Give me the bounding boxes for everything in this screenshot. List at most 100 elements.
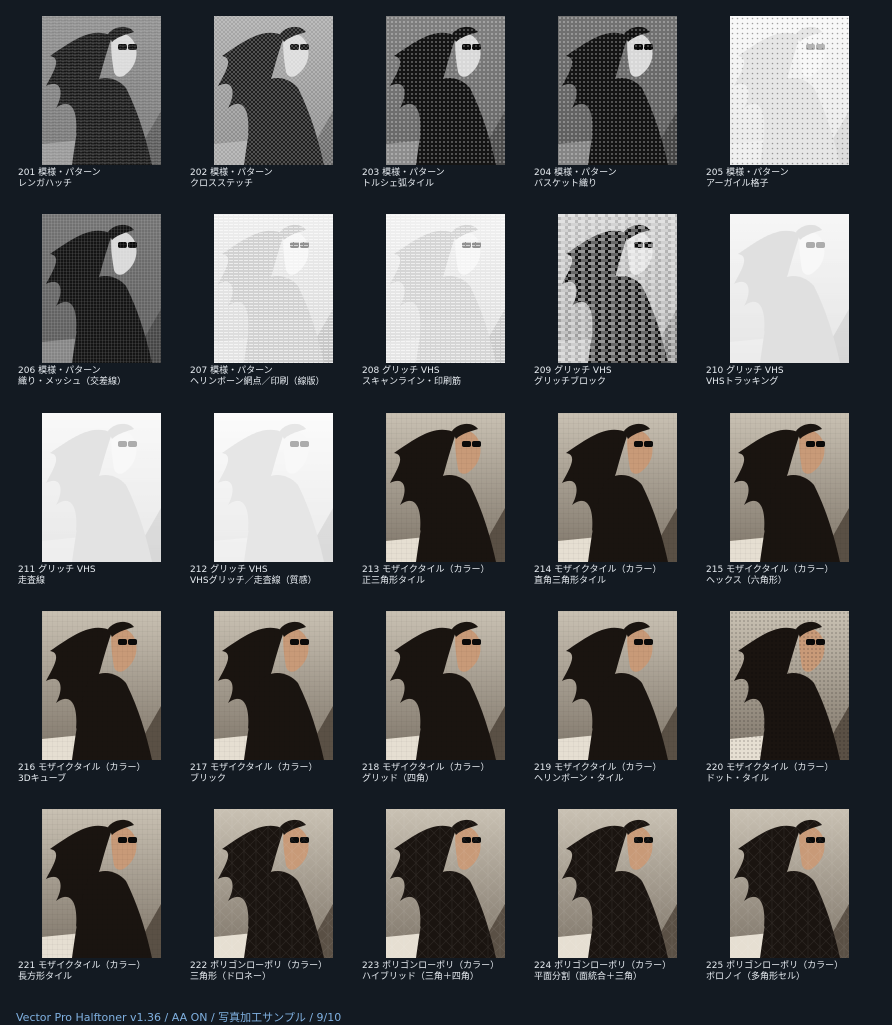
- sample-caption-line: 211 グリッチ VHS: [18, 565, 190, 576]
- sample-name: 正三角形タイル: [362, 576, 426, 586]
- sample-name: ハイブリッド（三角＋四角）: [362, 972, 479, 982]
- sample-caption: 219 モザイクタイル（カラー） ヘリンボーン・タイル: [534, 763, 706, 785]
- sample-name: レンガハッチ: [18, 179, 73, 189]
- sample-category: モザイクタイル（カラー）: [382, 763, 490, 773]
- sample-card: 202 模様・パターン クロスステッチ: [190, 16, 362, 214]
- sample-thumbnail: [214, 214, 333, 363]
- sample-category: ポリゴンローポリ（カラー）: [554, 961, 672, 971]
- sample-card: 206 模様・パターン 織り・メッシュ（交差線）: [18, 214, 190, 412]
- sample-number: 208: [362, 366, 380, 376]
- sample-name: ヘックス（六角形）: [706, 576, 787, 586]
- sample-card: 218 モザイクタイル（カラー） グリッド（四角）: [362, 611, 534, 809]
- sample-thumbnail: [558, 413, 677, 562]
- footer-status: Vector Pro Halftoner v1.36 / AA ON / 写真加…: [16, 1011, 342, 1024]
- sample-number: 216: [18, 763, 36, 773]
- sample-category: モザイクタイル（カラー）: [726, 565, 834, 575]
- sample-thumbnail: [214, 16, 333, 165]
- sample-caption: 202 模様・パターン クロスステッチ: [190, 168, 362, 190]
- sample-category: 模様・パターン: [38, 366, 101, 376]
- sample-thumbnail: [730, 214, 849, 363]
- sample-caption-line: 221 モザイクタイル（カラー）: [18, 961, 190, 972]
- sample-number: 213: [362, 565, 380, 575]
- sample-card: 223 ポリゴンローポリ（カラー） ハイブリッド（三角＋四角）: [362, 809, 534, 1007]
- sample-caption-line: 204 模様・パターン: [534, 168, 706, 179]
- sample-card: 212 グリッチ VHS VHSグリッチ／走査線（質感）: [190, 413, 362, 611]
- sample-caption: 225 ポリゴンローポリ（カラー） ボロノイ（多角形セル）: [706, 961, 878, 983]
- sample-card: 220 モザイクタイル（カラー） ドット・タイル: [706, 611, 878, 809]
- sample-caption: 201 模様・パターン レンガハッチ: [18, 168, 190, 190]
- sample-card: 219 モザイクタイル（カラー） ヘリンボーン・タイル: [534, 611, 706, 809]
- sample-caption: 221 モザイクタイル（カラー） 長方形タイル: [18, 961, 190, 983]
- sample-card: 211 グリッチ VHS 走査線: [18, 413, 190, 611]
- sample-name: ブリック: [190, 774, 227, 784]
- sample-number: 209: [534, 366, 552, 376]
- sample-thumbnail: [730, 413, 849, 562]
- sample-number: 215: [706, 565, 724, 575]
- sample-caption: 212 グリッチ VHS VHSグリッチ／走査線（質感）: [190, 565, 362, 587]
- sample-name: トルシェ弧タイル: [362, 179, 435, 189]
- sample-category: グリッチ VHS: [554, 366, 612, 376]
- sample-caption: 215 モザイクタイル（カラー） ヘックス（六角形）: [706, 565, 878, 587]
- sample-category: グリッチ VHS: [726, 366, 784, 376]
- sample-name: 長方形タイル: [18, 972, 73, 982]
- sample-caption-line: 218 モザイクタイル（カラー）: [362, 763, 534, 774]
- sample-caption: 222 ポリゴンローポリ（カラー） 三角形（ドロネー）: [190, 961, 362, 983]
- sample-caption-line: 224 ポリゴンローポリ（カラー）: [534, 961, 706, 972]
- sample-thumbnail: [214, 809, 333, 958]
- sample-caption: 206 模様・パターン 織り・メッシュ（交差線）: [18, 366, 190, 388]
- sample-caption: 223 ポリゴンローポリ（カラー） ハイブリッド（三角＋四角）: [362, 961, 534, 983]
- sample-category: 模様・パターン: [210, 168, 273, 178]
- sample-name: 3Dキューブ: [18, 774, 67, 784]
- sample-thumbnail: [558, 214, 677, 363]
- sample-category: モザイクタイル（カラー）: [38, 763, 146, 773]
- sample-category: ポリゴンローポリ（カラー）: [210, 961, 328, 971]
- sample-caption: 207 模様・パターン ヘリンボーン網点／印刷（線版）: [190, 366, 362, 388]
- sample-name: 織り・メッシュ（交差線）: [18, 377, 127, 387]
- sample-card: 224 ポリゴンローポリ（カラー） 平面分割（面統合＋三角）: [534, 809, 706, 1007]
- sample-caption: 216 モザイクタイル（カラー） 3Dキューブ: [18, 763, 190, 785]
- sample-card: 204 模様・パターン バスケット織り: [534, 16, 706, 214]
- sample-name: ヘリンボーン・タイル: [534, 774, 624, 784]
- sample-name: グリッド（四角）: [362, 774, 435, 784]
- sample-caption-line: 203 模様・パターン: [362, 168, 534, 179]
- sample-number: 221: [18, 961, 36, 971]
- sample-caption-line: 201 模様・パターン: [18, 168, 190, 179]
- sample-category: モザイクタイル（カラー）: [210, 763, 318, 773]
- sample-name: クロスステッチ: [190, 179, 254, 189]
- sample-card: 216 モザイクタイル（カラー） 3Dキューブ: [18, 611, 190, 809]
- sample-card: 215 モザイクタイル（カラー） ヘックス（六角形）: [706, 413, 878, 611]
- sample-number: 214: [534, 565, 552, 575]
- sample-name: ボロノイ（多角形セル）: [706, 972, 806, 982]
- sample-number: 203: [362, 168, 380, 178]
- sample-number: 206: [18, 366, 36, 376]
- sample-number: 207: [190, 366, 208, 376]
- sample-caption-line: 206 模様・パターン: [18, 366, 190, 377]
- sample-caption-line: 205 模様・パターン: [706, 168, 878, 179]
- sample-thumbnail: [386, 809, 505, 958]
- sample-card: 201 模様・パターン レンガハッチ: [18, 16, 190, 214]
- sample-name: 直角三角形タイル: [534, 576, 607, 586]
- sample-thumbnail: [386, 16, 505, 165]
- sample-name: アーガイル格子: [706, 179, 769, 189]
- sample-category: モザイクタイル（カラー）: [726, 763, 834, 773]
- sample-caption-line: 219 モザイクタイル（カラー）: [534, 763, 706, 774]
- sample-card: 225 ポリゴンローポリ（カラー） ボロノイ（多角形セル）: [706, 809, 878, 1007]
- sample-number: 225: [706, 961, 724, 971]
- sample-card: 205 模様・パターン アーガイル格子: [706, 16, 878, 214]
- sample-name: バスケット織り: [534, 179, 598, 189]
- sample-thumbnail: [730, 611, 849, 760]
- sample-name: VHSグリッチ／走査線（質感）: [190, 576, 317, 586]
- sample-name: 三角形（ドロネー）: [190, 972, 272, 982]
- sample-card: 221 モザイクタイル（カラー） 長方形タイル: [18, 809, 190, 1007]
- sample-caption: 220 モザイクタイル（カラー） ドット・タイル: [706, 763, 878, 785]
- sample-caption: 204 模様・パターン バスケット織り: [534, 168, 706, 190]
- sample-caption-line: 208 グリッチ VHS: [362, 366, 534, 377]
- sample-card: 217 モザイクタイル（カラー） ブリック: [190, 611, 362, 809]
- sample-card: 214 モザイクタイル（カラー） 直角三角形タイル: [534, 413, 706, 611]
- sample-name: グリッチブロック: [534, 377, 607, 387]
- sample-number: 210: [706, 366, 724, 376]
- sample-number: 224: [534, 961, 552, 971]
- sample-caption: 214 モザイクタイル（カラー） 直角三角形タイル: [534, 565, 706, 587]
- sample-caption: 218 モザイクタイル（カラー） グリッド（四角）: [362, 763, 534, 785]
- sample-category: ポリゴンローポリ（カラー）: [382, 961, 500, 971]
